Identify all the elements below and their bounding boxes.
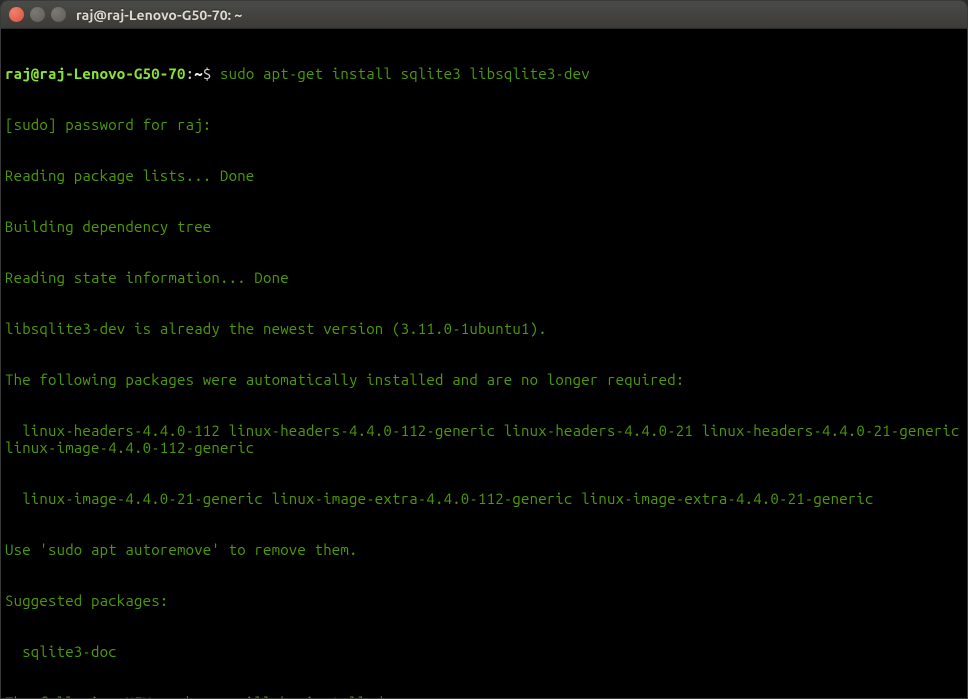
output-line: The following packages were automaticall… — [5, 371, 963, 388]
prompt-line-1: raj@raj-Lenovo-G50-70:~$ sudo apt-get in… — [5, 65, 963, 82]
command-text: sudo apt-get install sqlite3 libsqlite3-… — [220, 65, 590, 82]
output-line: Reading state information... Done — [5, 269, 963, 286]
prompt-dollar: $ — [203, 65, 220, 82]
output-line: The following NEW packages will be insta… — [5, 694, 963, 698]
output-line: sqlite3-doc — [5, 643, 963, 660]
output-line: Use 'sudo apt autoremove' to remove them… — [5, 541, 963, 558]
prompt-colon: : — [186, 65, 195, 82]
terminal-viewport[interactable]: raj@raj-Lenovo-G50-70:~$ sudo apt-get in… — [1, 29, 967, 698]
terminal-window: raj@raj-Lenovo-G50-70: ~ raj@raj-Lenovo-… — [0, 0, 968, 699]
output-line: linux-headers-4.4.0-112 linux-headers-4.… — [5, 422, 963, 456]
minimize-icon[interactable] — [30, 7, 45, 22]
output-line: Building dependency tree — [5, 218, 963, 235]
titlebar[interactable]: raj@raj-Lenovo-G50-70: ~ — [1, 1, 967, 29]
prompt-path: ~ — [194, 65, 203, 82]
output-line: Reading package lists... Done — [5, 167, 963, 184]
maximize-icon[interactable] — [51, 7, 66, 22]
output-line: Suggested packages: — [5, 592, 963, 609]
output-line: [sudo] password for raj: — [5, 116, 963, 133]
output-line: linux-image-4.4.0-21-generic linux-image… — [5, 490, 963, 507]
close-icon[interactable] — [9, 7, 24, 22]
window-title: raj@raj-Lenovo-G50-70: ~ — [76, 7, 242, 23]
output-line: libsqlite3-dev is already the newest ver… — [5, 320, 963, 337]
prompt-user-host: raj@raj-Lenovo-G50-70 — [5, 65, 186, 82]
